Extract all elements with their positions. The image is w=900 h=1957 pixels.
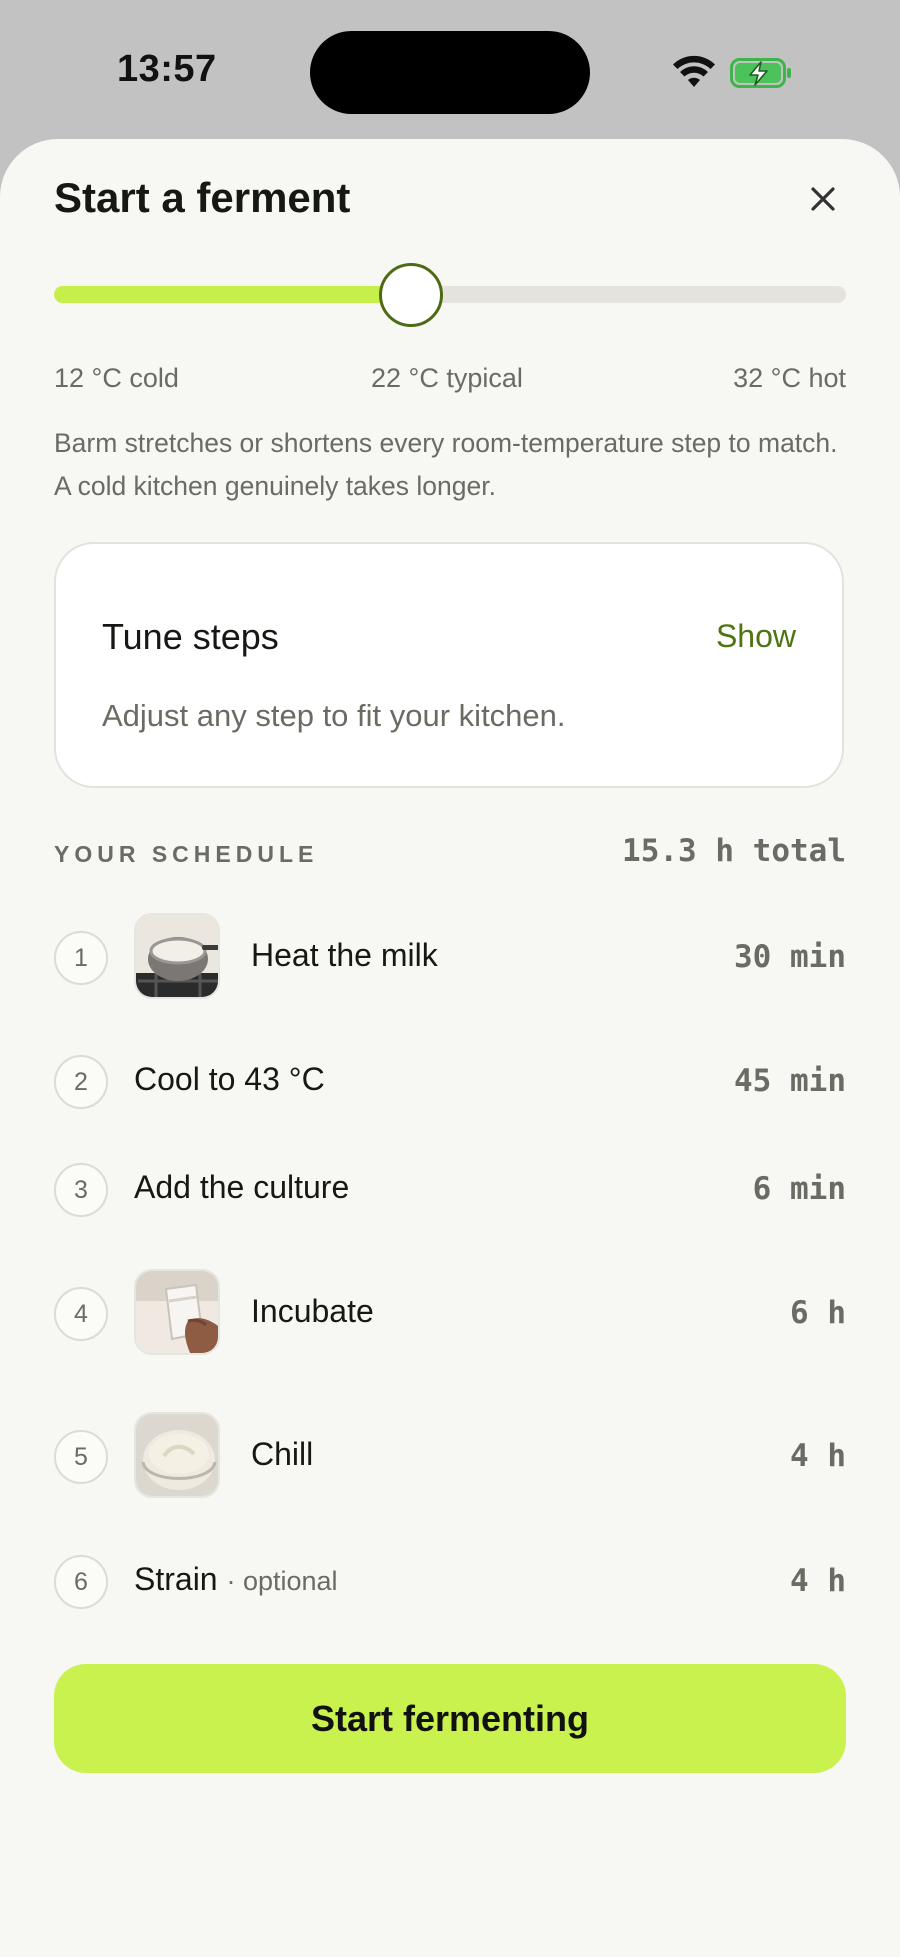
step-label: Chill xyxy=(251,1436,314,1472)
schedule-step[interactable]: 3 Add the culture 6 min xyxy=(54,1147,846,1237)
status-time: 13:57 xyxy=(117,48,217,90)
step-label: Cool to 43 °C xyxy=(134,1061,325,1097)
step-optional-tag: · optional xyxy=(226,1566,338,1596)
start-ferment-sheet: Start a ferment 12 °C cold 22 °C typical… xyxy=(0,139,900,1957)
step-number-badge: 5 xyxy=(54,1430,108,1484)
step-duration: 4 h xyxy=(790,1563,846,1599)
status-bar: 13:57 xyxy=(0,0,900,140)
temp-hot-label: 32 °C hot xyxy=(733,363,846,393)
temperature-description: Barm stretches or shortens every room-te… xyxy=(54,428,838,501)
schedule-step[interactable]: 5 Chill 4 h xyxy=(54,1412,846,1504)
temp-cold-label: 12 °C cold xyxy=(54,363,179,393)
wifi-icon xyxy=(673,55,715,87)
schedule-step[interactable]: 1 Heat the milk 30 min xyxy=(54,913,846,1003)
temperature-slider[interactable] xyxy=(54,255,846,327)
step-label: Strain xyxy=(134,1561,218,1597)
dynamic-island xyxy=(310,31,590,114)
step-label: Add the culture xyxy=(134,1169,350,1205)
step-number-badge: 3 xyxy=(54,1163,108,1217)
close-icon[interactable] xyxy=(803,179,843,219)
step-number-badge: 4 xyxy=(54,1287,108,1341)
step-number-badge: 6 xyxy=(54,1555,108,1609)
step-duration: 6 min xyxy=(752,1171,846,1207)
step-label-wrap: Strain · optional xyxy=(134,1561,338,1598)
step-duration: 4 h xyxy=(790,1438,846,1474)
step-duration: 30 min xyxy=(734,939,846,975)
start-fermenting-button[interactable]: Start fermenting xyxy=(54,1664,846,1773)
yogurt-bowl-thumbnail xyxy=(134,1412,220,1498)
milk-pot-thumbnail xyxy=(134,913,220,999)
step-label: Heat the milk xyxy=(251,937,438,973)
schedule-heading: YOUR SCHEDULE xyxy=(54,841,319,867)
step-number-badge: 2 xyxy=(54,1055,108,1109)
slider-thumb[interactable] xyxy=(379,263,443,327)
temp-typical-label: 22 °C typical xyxy=(371,363,523,393)
battery-charging-icon xyxy=(730,58,791,88)
tune-steps-description: Adjust any step to fit your kitchen. xyxy=(102,698,566,733)
sheet-title: Start a ferment xyxy=(54,174,351,221)
step-duration: 45 min xyxy=(734,1063,846,1099)
tune-steps-title: Tune steps xyxy=(102,616,279,657)
step-number-badge: 1 xyxy=(54,931,108,985)
schedule-step[interactable]: 4 Incubate 6 h xyxy=(54,1269,846,1361)
step-duration: 6 h xyxy=(790,1295,846,1331)
schedule-step[interactable]: 2 Cool to 43 °C 45 min xyxy=(54,1039,846,1129)
schedule-total: 15.3 h total xyxy=(622,833,846,869)
slider-fill xyxy=(54,286,410,303)
jar-thumbnail xyxy=(134,1269,220,1355)
step-label: Incubate xyxy=(251,1293,374,1329)
tune-steps-card[interactable]: Tune steps Show Adjust any step to fit y… xyxy=(54,542,844,788)
schedule-step[interactable]: 6 Strain · optional 4 h xyxy=(54,1539,846,1629)
tune-steps-show-button[interactable]: Show xyxy=(716,618,796,655)
